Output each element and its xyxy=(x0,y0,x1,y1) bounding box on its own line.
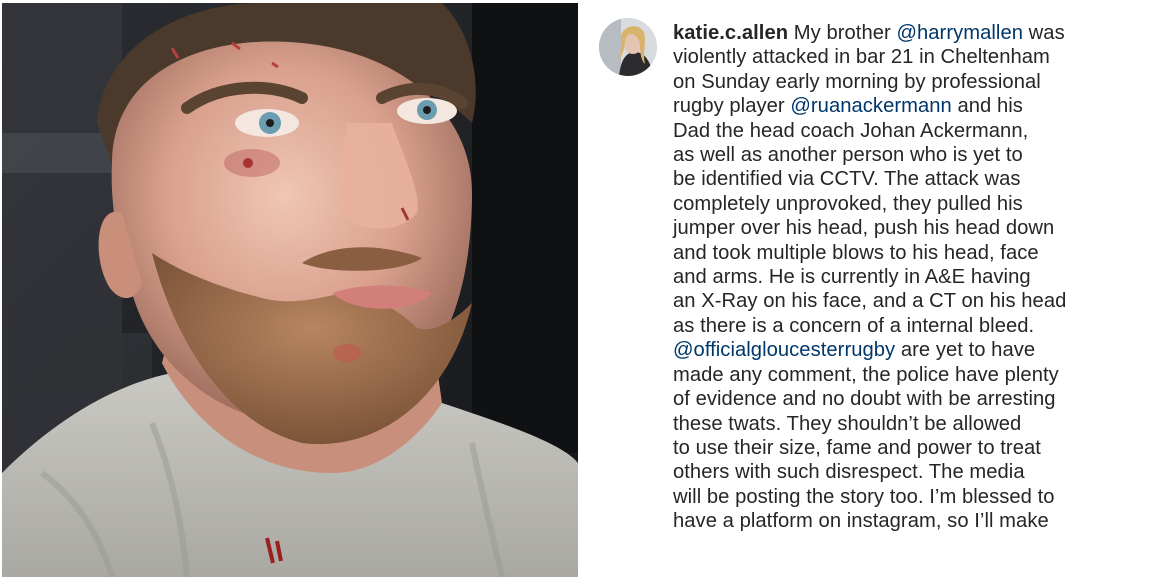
caption-text: to use their size, fame and power to tre… xyxy=(673,436,1041,459)
caption-text: as well as another person who is yet to xyxy=(673,144,1023,167)
username-link[interactable]: katie.c.allen xyxy=(673,22,788,44)
caption-text: rugby player xyxy=(673,95,791,118)
caption-line: an X-Ray on his face, and a CT on his he… xyxy=(673,289,1159,313)
caption-line: jumper over his head, push his head down xyxy=(673,216,1159,240)
instagram-post-panel: katie.c.allen My brother @harrymallen wa… xyxy=(578,0,1159,579)
caption-text: have a platform on instagram, so I’ll ma… xyxy=(673,510,1049,533)
caption-line: be identified via CCTV. The attack was xyxy=(673,167,1159,191)
caption-text: others with such disrespect. The media xyxy=(673,461,1025,484)
caption-line: as well as another person who is yet to xyxy=(673,143,1159,167)
mention-link[interactable]: @harrymallen xyxy=(896,22,1023,44)
caption-text: as there is a concern of a internal blee… xyxy=(673,314,1035,337)
caption-line: of evidence and no doubt with be arresti… xyxy=(673,387,1159,411)
caption-line: will be posting the story too. I’m bless… xyxy=(673,485,1159,509)
caption-line: completely unprovoked, they pulled his xyxy=(673,192,1159,216)
caption-text: Dad the head coach Johan Ackermann, xyxy=(673,119,1029,142)
post-photo[interactable] xyxy=(2,3,578,577)
caption-text: these twats. They shouldn’t be allowed xyxy=(673,412,1022,435)
caption-text: and arms. He is currently in A&E having xyxy=(673,266,1031,289)
caption-text: made any comment, the police have plenty xyxy=(673,363,1059,386)
caption-line: these twats. They shouldn’t be allowed xyxy=(673,412,1159,436)
caption-text: will be posting the story too. I’m bless… xyxy=(673,485,1055,508)
caption-line: Dad the head coach Johan Ackermann, xyxy=(673,119,1159,143)
screenshot-frame: katie.c.allen My brother @harrymallen wa… xyxy=(0,0,1159,579)
caption-text: and his xyxy=(951,95,1023,118)
caption-text: an X-Ray on his face, and a CT on his he… xyxy=(673,290,1067,313)
caption-line: rugby player @ruanackermann and his xyxy=(673,94,1159,118)
caption-line: have a platform on instagram, so I’ll ma… xyxy=(673,509,1159,533)
user-avatar[interactable] xyxy=(599,18,657,76)
caption-line: others with such disrespect. The media xyxy=(673,460,1159,484)
caption-line: katie.c.allen My brother @harrymallen wa… xyxy=(673,21,1159,45)
caption-text: and took multiple blows to his head, fac… xyxy=(673,241,1039,264)
caption-text: are yet to have xyxy=(895,339,1036,362)
caption-line: to use their size, fame and power to tre… xyxy=(673,436,1159,460)
caption-line: and arms. He is currently in A&E having xyxy=(673,265,1159,289)
caption-line: @officialgloucesterrugby are yet to have xyxy=(673,338,1159,362)
caption-line: violently attacked in bar 21 in Cheltenh… xyxy=(673,45,1159,69)
caption-text: be identified via CCTV. The attack was xyxy=(673,168,1021,191)
caption-text: on Sunday early morning by professional xyxy=(673,70,1041,93)
caption-line: on Sunday early morning by professional xyxy=(673,70,1159,94)
caption-text: jumper over his head, push his head down xyxy=(673,217,1055,240)
post-caption: katie.c.allen My brother @harrymallen wa… xyxy=(673,21,1159,534)
mention-link[interactable]: @officialgloucesterrugby xyxy=(673,339,895,361)
caption-text: completely unprovoked, they pulled his xyxy=(673,192,1023,215)
caption-text: of evidence and no doubt with be arresti… xyxy=(673,388,1056,411)
injured-man-photo xyxy=(2,3,578,577)
mention-link[interactable]: @ruanackermann xyxy=(790,95,951,117)
caption-line: and took multiple blows to his head, fac… xyxy=(673,241,1159,265)
caption-text: violently attacked in bar 21 in Cheltenh… xyxy=(673,46,1050,69)
caption-text: was xyxy=(1023,22,1065,44)
avatar-image xyxy=(599,18,657,76)
caption-line: as there is a concern of a internal blee… xyxy=(673,314,1159,338)
caption-line: made any comment, the police have plenty xyxy=(673,363,1159,387)
caption-text: My brother xyxy=(793,22,897,44)
